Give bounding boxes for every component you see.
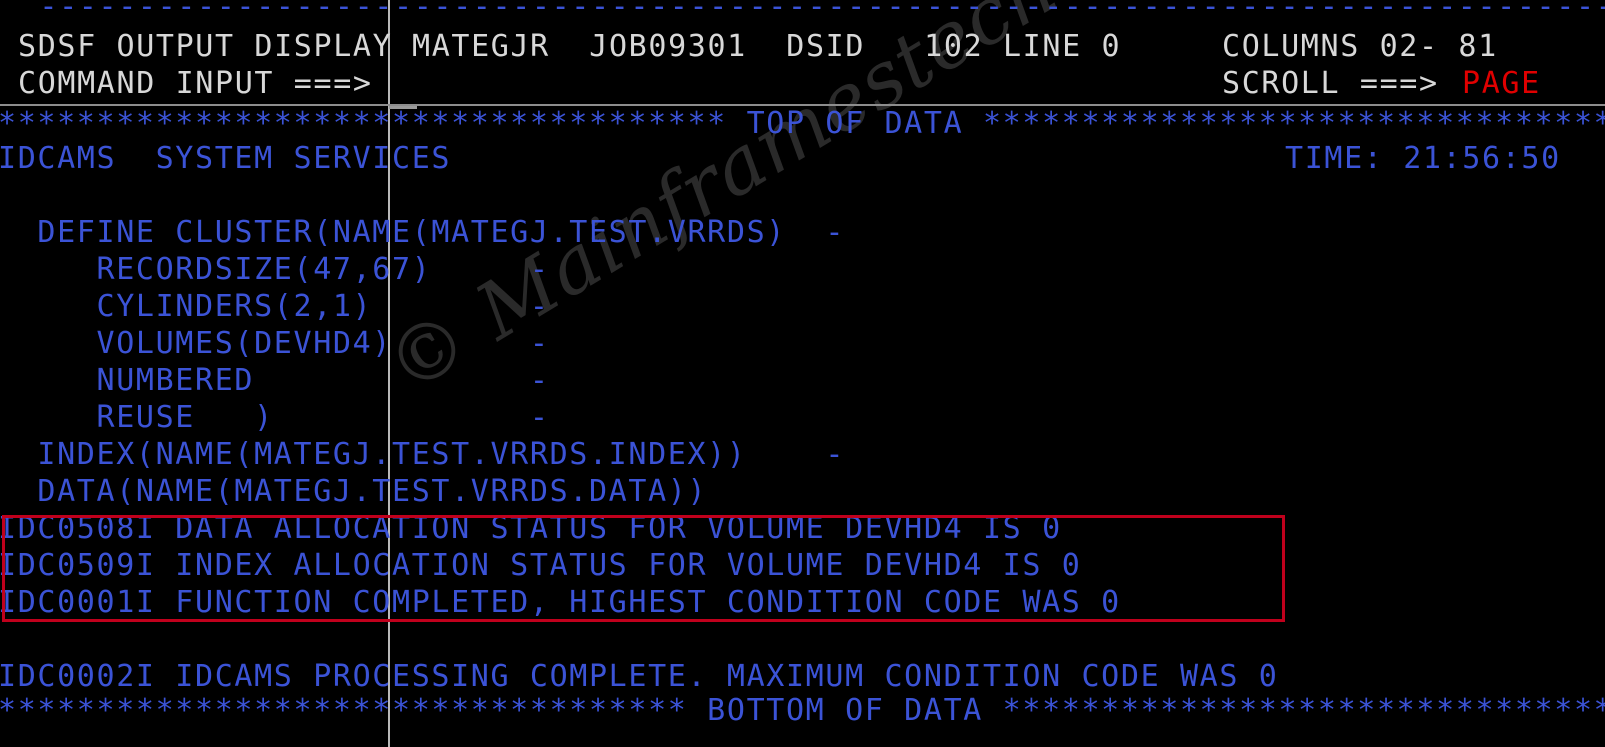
- line-recordsize: RECORDSIZE(47,67) -: [0, 252, 550, 287]
- line-numbered: NUMBERED -: [0, 363, 550, 398]
- top-dashed-rule: ----------------------------------------…: [0, 0, 1605, 14]
- bottom-of-data-marker: *********************************** BOTT…: [0, 693, 1605, 728]
- scroll-value[interactable]: PAGE: [1462, 65, 1541, 102]
- line-idc0001i: IDC0001I FUNCTION COMPLETED, HIGHEST CON…: [0, 585, 1121, 620]
- line-idc0508i: IDC0508I DATA ALLOCATION STATUS FOR VOLU…: [0, 511, 1062, 546]
- line-data-clause: DATA(NAME(MATEGJ.TEST.VRRDS.DATA)): [0, 474, 708, 509]
- line-reuse: REUSE ) -: [0, 400, 550, 435]
- line-idcams-banner: IDCAMS SYSTEM SERVICES: [0, 141, 452, 176]
- line-idcams-time: TIME: 21:56:50: [1285, 141, 1561, 176]
- terminal-screen: © Mainframestechhelp -------------------…: [0, 0, 1605, 747]
- header-columns: COLUMNS 02- 81: [1222, 29, 1498, 64]
- line-idc0509i: IDC0509I INDEX ALLOCATION STATUS FOR VOL…: [0, 548, 1082, 583]
- command-input-label: COMMAND INPUT ===>: [18, 66, 373, 101]
- header-line: SDSF OUTPUT DISPLAY MATEGJR JOB09301 DSI…: [18, 29, 1122, 64]
- line-index-clause: INDEX(NAME(MATEGJ.TEST.VRRDS.INDEX)) -: [0, 437, 846, 472]
- command-input-field[interactable]: [395, 65, 1095, 102]
- line-idc0002i: IDC0002I IDCAMS PROCESSING COMPLETE. MAX…: [0, 659, 1279, 694]
- cursor-stub: [389, 106, 417, 109]
- line-volumes: VOLUMES(DEVHD4) -: [0, 326, 550, 361]
- top-of-data-marker: ************************************* TO…: [0, 106, 1605, 141]
- line-define-cluster: DEFINE CLUSTER(NAME(MATEGJ.TEST.VRRDS) -: [0, 215, 846, 250]
- header-separator: [0, 104, 1605, 106]
- line-cylinders: CYLINDERS(2,1) -: [0, 289, 550, 324]
- scroll-label: SCROLL ===>: [1222, 66, 1439, 101]
